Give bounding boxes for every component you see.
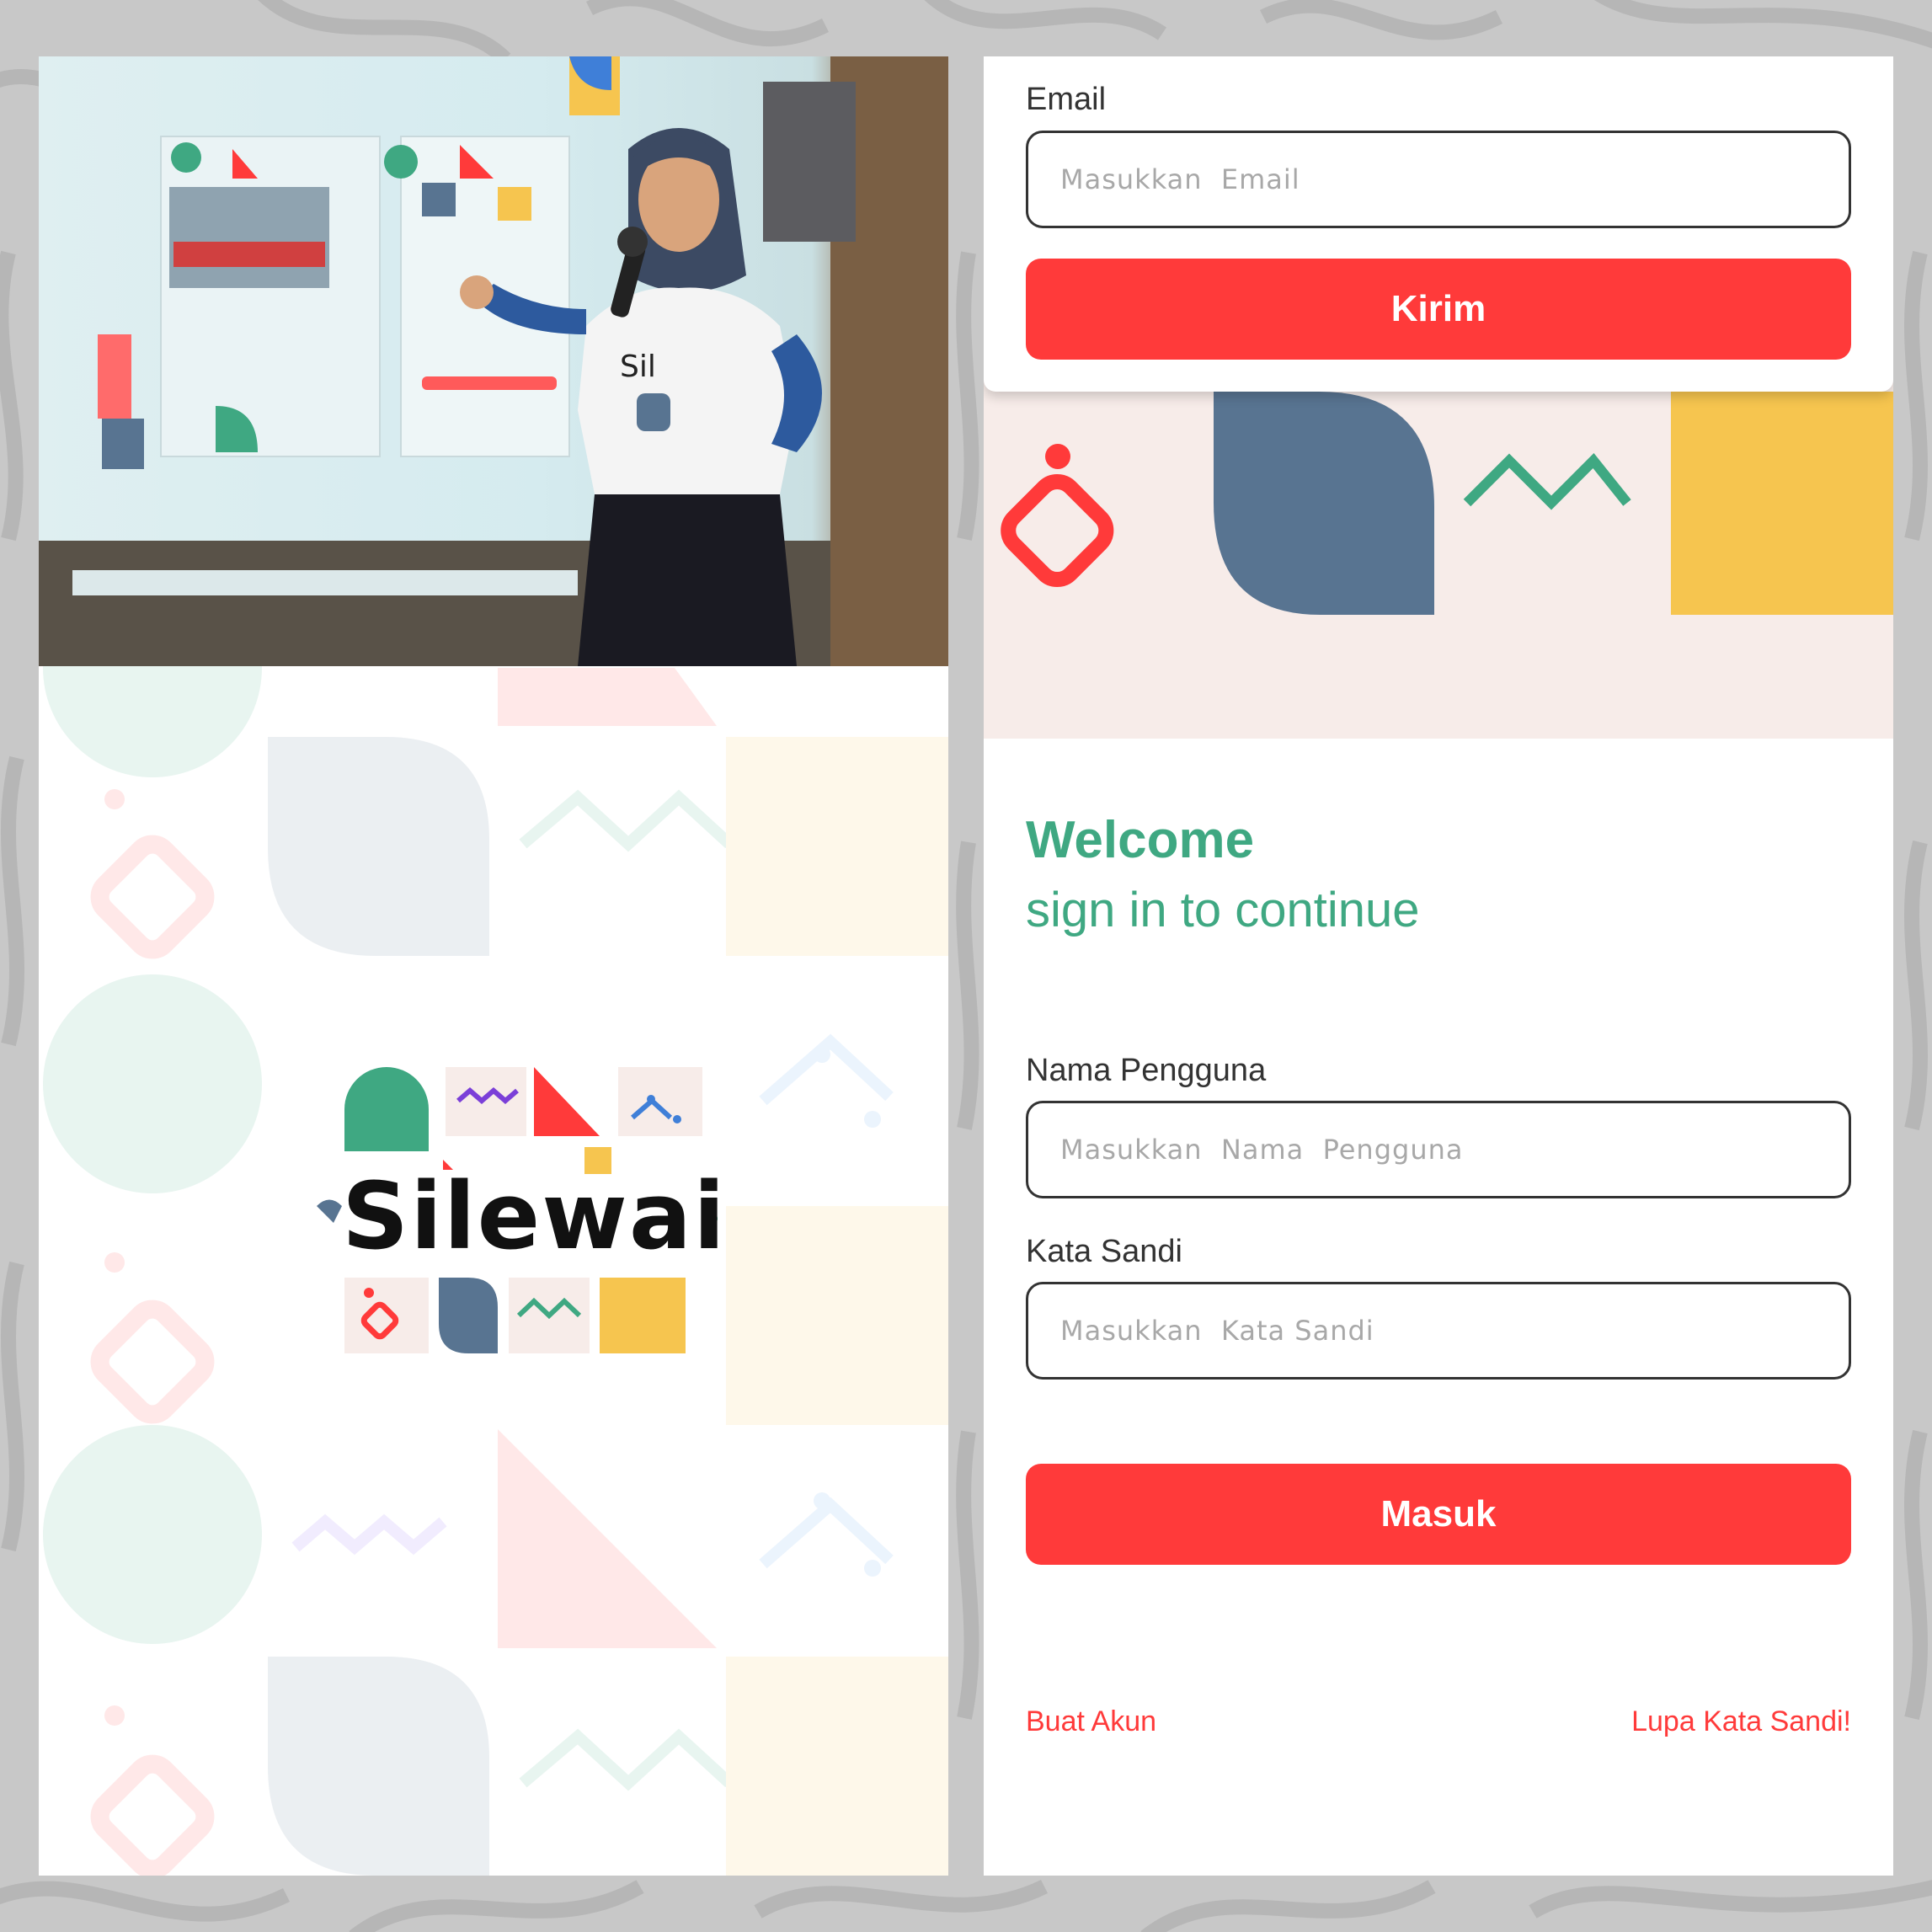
create-account-link[interactable]: Buat Akun bbox=[1026, 1705, 1156, 1738]
welcome-subtitle: sign in to continue bbox=[1026, 883, 1420, 937]
email-label: Email bbox=[1026, 82, 1107, 117]
silewai-logo: Silewai bbox=[317, 1067, 721, 1353]
username-label: Nama Pengguna bbox=[1026, 1053, 1267, 1088]
logo-wordmark: Silewai bbox=[342, 1162, 721, 1270]
email-field[interactable] bbox=[1026, 131, 1851, 228]
presentation-photo: Sil bbox=[39, 56, 948, 666]
forgot-password-link[interactable]: Lupa Kata Sandi! bbox=[1631, 1705, 1851, 1738]
triangle-icon bbox=[534, 1067, 600, 1136]
reset-password-card: Email Kirim bbox=[984, 56, 1893, 392]
send-button[interactable]: Kirim bbox=[1026, 259, 1851, 360]
leaf-shape-icon bbox=[1214, 392, 1434, 615]
dot-icon bbox=[1045, 444, 1070, 469]
username-field[interactable] bbox=[1026, 1101, 1851, 1198]
login-button[interactable]: Masuk bbox=[1026, 1464, 1851, 1565]
speaker-illustration: Sil bbox=[39, 56, 948, 666]
dot-diamond-icon bbox=[1001, 473, 1114, 588]
leaf-shape-icon bbox=[439, 1278, 498, 1353]
zigzag-icon bbox=[1463, 453, 1631, 510]
yellow-square-icon bbox=[1671, 392, 1893, 615]
splash-screen: Sil Silewai bbox=[39, 56, 948, 1876]
svg-text:Sil: Sil bbox=[620, 350, 656, 384]
login-screen: Email Kirim Welcome sign in to continue … bbox=[984, 56, 1893, 1876]
password-label: Kata Sandi bbox=[1026, 1234, 1182, 1269]
yellow-square-icon bbox=[600, 1278, 686, 1353]
welcome-title: Welcome bbox=[1026, 811, 1255, 869]
password-field[interactable] bbox=[1026, 1282, 1851, 1380]
